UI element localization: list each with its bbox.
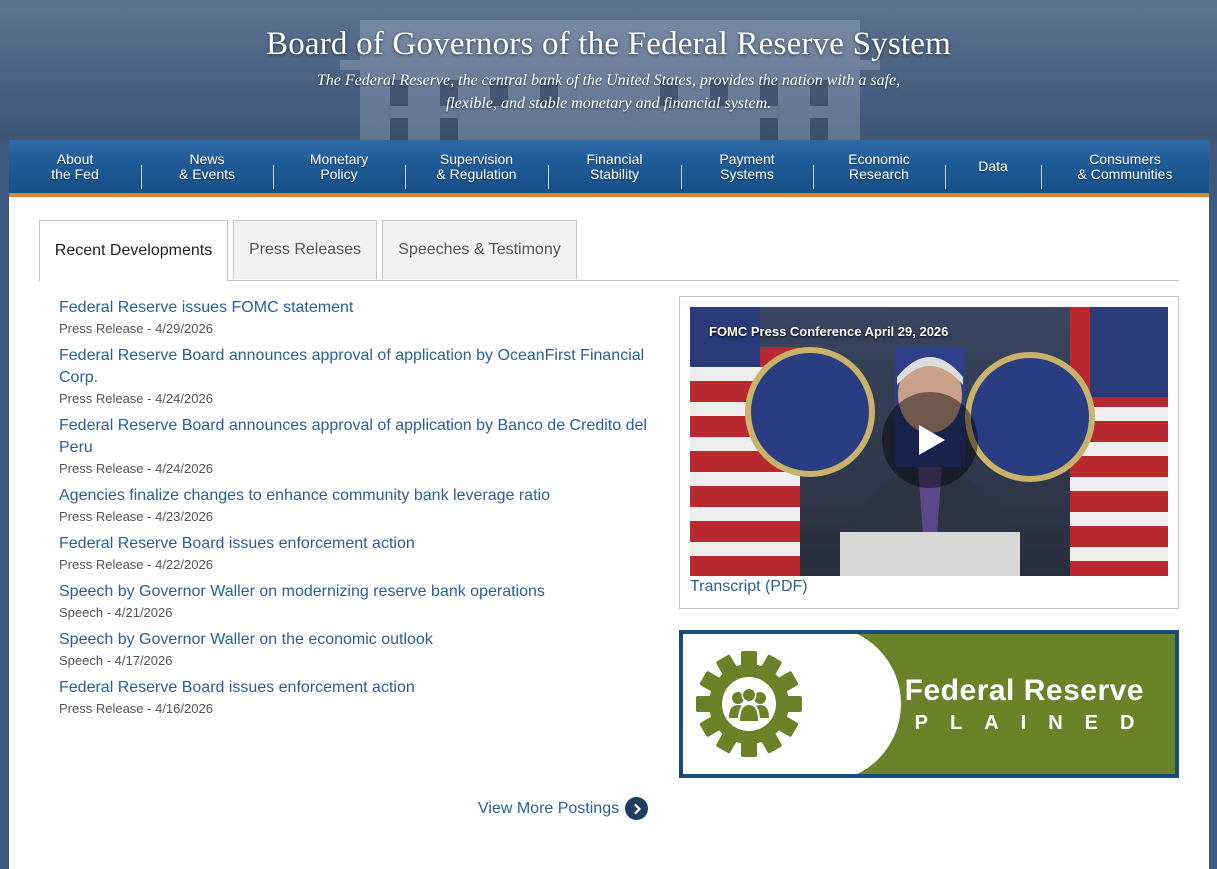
nav-item-financial-stability[interactable]: Financial Stability: [548, 140, 681, 193]
video-thumbnail: [690, 307, 1168, 576]
nav-item-monetary-policy[interactable]: Monetary Policy: [273, 140, 405, 193]
chevron-right-icon: [625, 797, 649, 820]
tab-press-releases[interactable]: Press Releases: [233, 220, 377, 279]
news-link[interactable]: Speech by Governor Waller on modernizing…: [59, 581, 659, 603]
list-item: Federal Reserve Board announces approval…: [59, 415, 659, 476]
news-meta: Press Release - 4/29/2026: [59, 321, 213, 336]
nav-item-economic-research[interactable]: Economic Research: [813, 140, 945, 193]
news-link[interactable]: Federal Reserve Board announces approval…: [59, 345, 659, 389]
news-meta: Press Release - 4/24/2026: [59, 391, 213, 406]
video-title: FOMC Press Conference April 29, 2026: [709, 324, 949, 339]
news-meta: Press Release - 4/22/2026: [59, 557, 213, 572]
site-header: Board of Governors of the Federal Reserv…: [0, 0, 1217, 140]
transcript-link[interactable]: Transcript (PDF): [690, 578, 808, 596]
video-player[interactable]: FOMC Press Conference April 29, 2026: [690, 307, 1168, 576]
news-meta: Speech - 4/21/2026: [59, 605, 173, 620]
explained-title: The Federal Reserve: [841, 674, 1144, 707]
fed-explained-banner[interactable]: The Federal Reserve EXPLAINED: [679, 630, 1179, 778]
news-link[interactable]: Federal Reserve Board issues enforcement…: [59, 677, 659, 699]
nav-item-supervision[interactable]: Supervision & Regulation: [405, 140, 548, 193]
view-more-label: View More Postings: [478, 799, 620, 817]
news-list: Federal Reserve issues FOMC statement Pr…: [59, 297, 659, 725]
main-nav: About the Fed News & Events Monetary Pol…: [9, 140, 1209, 197]
news-link[interactable]: Federal Reserve issues FOMC statement: [59, 297, 659, 319]
news-meta: Speech - 4/17/2026: [59, 653, 173, 668]
site-tagline: The Federal Reserve, the central bank of…: [316, 72, 901, 112]
site-title[interactable]: Board of Governors of the Federal Reserv…: [0, 26, 1217, 63]
gear-people-icon: [696, 651, 802, 757]
tab-recent-developments[interactable]: Recent Developments: [39, 220, 228, 281]
news-link[interactable]: Agencies finalize changes to enhance com…: [59, 485, 659, 507]
list-item: Federal Reserve Board issues enforcement…: [59, 677, 659, 716]
video-card: FOMC Press Conference April 29, 2026 Tra…: [679, 296, 1179, 609]
nav-item-news[interactable]: News & Events: [141, 140, 273, 193]
nav-item-about[interactable]: About the Fed: [9, 140, 141, 193]
news-link[interactable]: Federal Reserve Board announces approval…: [59, 415, 659, 459]
news-meta: Press Release - 4/24/2026: [59, 461, 213, 476]
news-meta: Press Release - 4/16/2026: [59, 701, 213, 716]
nav-item-consumers[interactable]: Consumers & Communities: [1041, 140, 1209, 193]
content-panel: Recent Developments Press Releases Speec…: [9, 197, 1209, 869]
view-more-link[interactable]: View More Postings: [478, 797, 649, 820]
tab-speeches-testimony[interactable]: Speeches & Testimony: [382, 220, 577, 279]
list-item: Federal Reserve issues FOMC statement Pr…: [59, 297, 659, 336]
list-item: Federal Reserve Board announces approval…: [59, 345, 659, 406]
list-item: Speech by Governor Waller on the economi…: [59, 629, 659, 668]
nav-item-payment-systems[interactable]: Payment Systems: [681, 140, 813, 193]
list-item: Speech by Governor Waller on modernizing…: [59, 581, 659, 620]
news-link[interactable]: Speech by Governor Waller on the economi…: [59, 629, 659, 651]
tab-bar: Recent Developments Press Releases Speec…: [39, 220, 1179, 281]
nav-item-data[interactable]: Data: [945, 140, 1041, 193]
list-item: Federal Reserve Board issues enforcement…: [59, 533, 659, 572]
list-item: Agencies finalize changes to enhance com…: [59, 485, 659, 524]
explained-subtitle: EXPLAINED: [844, 712, 1157, 734]
news-link[interactable]: Federal Reserve Board issues enforcement…: [59, 533, 659, 555]
news-meta: Press Release - 4/23/2026: [59, 509, 213, 524]
